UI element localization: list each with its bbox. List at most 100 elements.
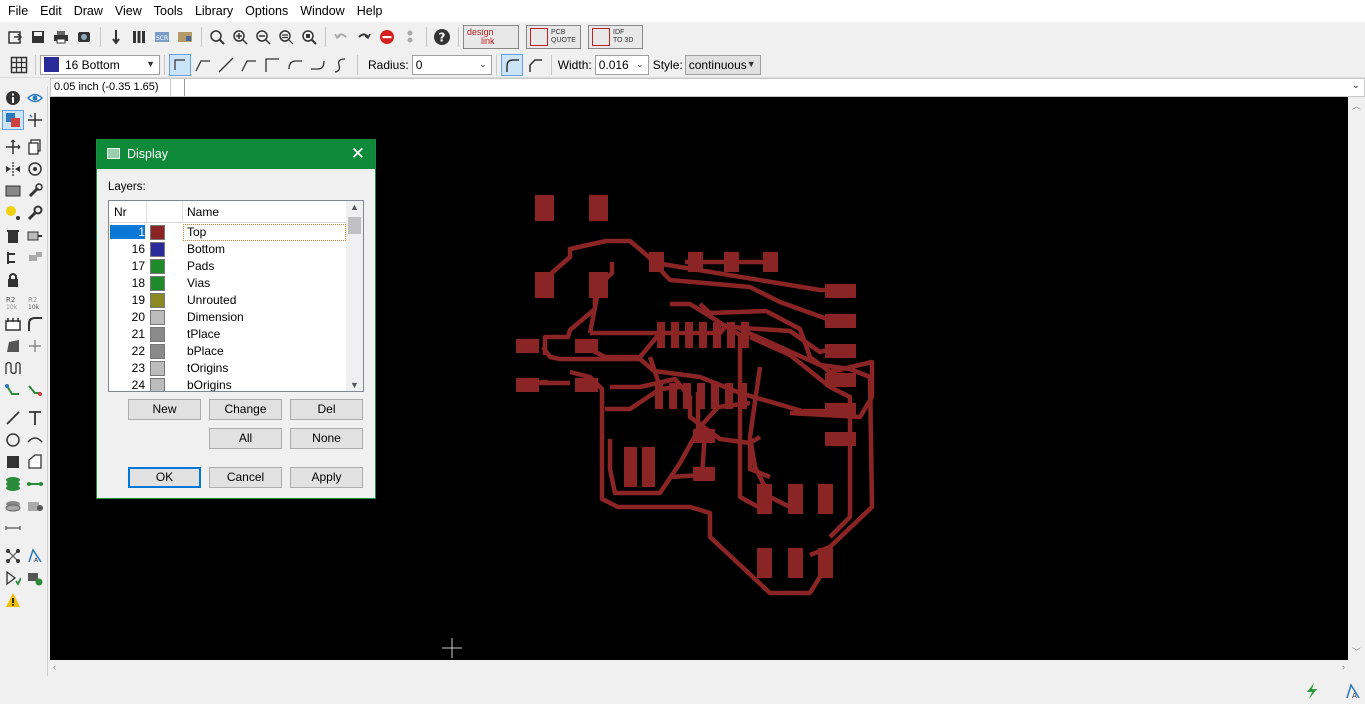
layer-row[interactable]: 1 Top <box>109 224 347 241</box>
wire-bend-straight-icon[interactable] <box>169 53 191 76</box>
wire-bend-diagonal-icon[interactable] <box>215 54 237 76</box>
miter-round-icon[interactable] <box>500 53 523 76</box>
width-input[interactable]: 0.016 ⌄ <box>594 54 649 75</box>
text-icon[interactable] <box>24 408 46 428</box>
cancel-button[interactable]: Cancel <box>209 467 282 488</box>
layer-row[interactable]: 18 Vias <box>109 275 347 292</box>
route-icon[interactable] <box>2 380 24 400</box>
grid-icon[interactable] <box>8 54 30 76</box>
zoom-fit-icon[interactable] <box>206 26 228 48</box>
erc-icon[interactable] <box>2 568 24 588</box>
change-icon[interactable] <box>24 181 46 201</box>
apply-button[interactable]: Apply <box>290 467 363 488</box>
layer-row[interactable]: 21 tPlace <box>109 326 347 343</box>
cam-processor-icon[interactable] <box>73 26 95 48</box>
layer-color-swatch[interactable] <box>150 293 165 308</box>
wire-bend-45-alt-icon[interactable] <box>238 54 260 76</box>
wrench-icon[interactable] <box>24 203 46 223</box>
route-multiple-icon[interactable] <box>24 380 46 400</box>
polygon-icon[interactable] <box>24 452 46 472</box>
menu-library[interactable]: Library <box>189 0 239 22</box>
scr-icon[interactable]: SCR <box>151 26 173 48</box>
layer-row[interactable]: 24 bOrigins <box>109 377 347 391</box>
open-icon[interactable] <box>4 26 26 48</box>
paste-icon[interactable] <box>2 203 24 223</box>
stop-icon[interactable] <box>376 26 398 48</box>
miter-straight-icon[interactable] <box>524 54 546 76</box>
meander-icon[interactable] <box>2 358 24 378</box>
board-icon[interactable] <box>174 26 196 48</box>
layer-row[interactable]: 20 Dimension <box>109 309 347 326</box>
display-layers-icon[interactable] <box>2 110 24 130</box>
info-icon[interactable] <box>2 88 24 108</box>
pinswap-icon[interactable] <box>24 248 46 268</box>
menu-file[interactable]: File <box>2 0 34 22</box>
autorouter-status-icon[interactable]: A <box>1345 682 1361 703</box>
hole-icon[interactable] <box>2 496 24 516</box>
layer-color-swatch[interactable] <box>150 361 165 376</box>
scroll-down-icon[interactable]: ﹀ <box>1352 645 1361 658</box>
group-icon[interactable] <box>2 181 24 201</box>
show-icon[interactable] <box>24 88 46 108</box>
split-icon[interactable] <box>2 336 24 356</box>
wire-bend-freehand-icon[interactable] <box>330 54 352 76</box>
scroll-thumb[interactable] <box>348 217 361 234</box>
command-line[interactable]: 0.05 inch (-0.35 1.65) ⌄ <box>50 78 1365 97</box>
rotate-icon[interactable] <box>24 159 46 179</box>
dimension-icon[interactable] <box>2 518 24 538</box>
optimize-icon[interactable] <box>24 336 46 356</box>
lightning-icon[interactable] <box>1304 682 1320 703</box>
menu-edit[interactable]: Edit <box>34 0 68 22</box>
new-button[interactable]: New <box>128 399 201 420</box>
signal-icon[interactable] <box>24 474 46 494</box>
help-icon[interactable]: ? <box>431 26 453 48</box>
layer-color-swatch[interactable] <box>150 225 165 240</box>
layer-color-swatch[interactable] <box>150 327 165 342</box>
menu-options[interactable]: Options <box>239 0 294 22</box>
layer-color-swatch[interactable] <box>150 276 165 291</box>
change-button[interactable]: Change <box>209 399 282 420</box>
layer-row[interactable]: 19 Unrouted <box>109 292 347 309</box>
all-button[interactable]: All <box>209 428 282 449</box>
delete-icon[interactable] <box>2 226 24 246</box>
dialog-title-bar[interactable]: Display ✕ <box>97 140 375 169</box>
layer-row[interactable]: 17 Pads <box>109 258 347 275</box>
zoom-redraw-icon[interactable] <box>275 26 297 48</box>
layer-color-swatch[interactable] <box>150 242 165 257</box>
layer-color-swatch[interactable] <box>150 259 165 274</box>
scroll-up-icon[interactable]: ︿ <box>1352 99 1361 112</box>
menu-view[interactable]: View <box>109 0 148 22</box>
copy-icon[interactable] <box>24 137 46 157</box>
mirror-icon[interactable] <box>2 159 24 179</box>
layer-color-swatch[interactable] <box>150 344 165 359</box>
arc-icon[interactable] <box>24 430 46 450</box>
designlink-button[interactable]: design link <box>463 25 519 49</box>
menu-window[interactable]: Window <box>294 0 350 22</box>
layer-row[interactable]: 23 tOrigins <box>109 360 347 377</box>
name-icon[interactable]: R2 10k <box>2 292 24 312</box>
redo-icon[interactable] <box>353 26 375 48</box>
style-select[interactable]: continuous ▼ <box>684 54 761 75</box>
layer-list[interactable]: Nr Name 1 Top 16 Bottom 17 Pads 18 Vias 19 Unrout… <box>108 200 364 392</box>
menu-help[interactable]: Help <box>351 0 389 22</box>
wire-bend-90-icon[interactable] <box>261 54 283 76</box>
lock-icon[interactable] <box>2 270 24 290</box>
menu-tools[interactable]: Tools <box>148 0 189 22</box>
menu-draw[interactable]: Draw <box>68 0 109 22</box>
undo-icon[interactable] <box>330 26 352 48</box>
via-icon[interactable] <box>2 474 24 494</box>
layer-row[interactable]: 16 Bottom <box>109 241 347 258</box>
column-header-name[interactable]: Name <box>187 205 219 219</box>
del-button[interactable]: Del <box>290 399 363 420</box>
script-icon[interactable] <box>105 26 127 48</box>
pcb-quote-button[interactable]: PCB QUOTE <box>526 25 581 49</box>
circle-icon[interactable] <box>2 430 24 450</box>
ulp-icon[interactable] <box>128 26 150 48</box>
command-input[interactable] <box>171 79 185 96</box>
none-button[interactable]: None <box>290 428 363 449</box>
chevron-down-icon[interactable]: ⌄ <box>1352 80 1360 91</box>
mark-icon[interactable] <box>24 110 46 130</box>
scroll-up-icon[interactable]: ▲ <box>350 202 359 212</box>
warning-icon[interactable] <box>2 590 24 610</box>
layer-color-swatch[interactable] <box>150 378 165 391</box>
